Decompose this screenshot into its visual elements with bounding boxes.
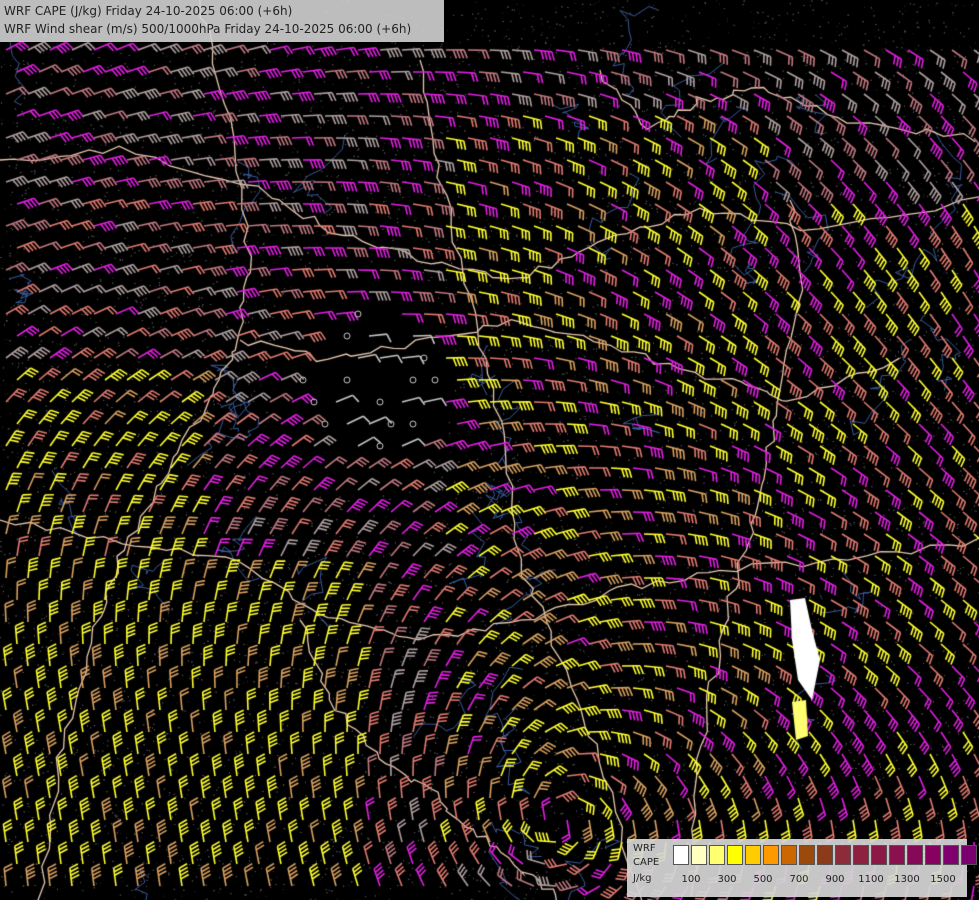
map-title-box: WRF CAPE (J/kg) Friday 24-10-2025 06:00 … [0,0,444,42]
legend-swatch [799,845,815,865]
legend-swatch [817,845,833,865]
wind-shear-title: WRF Wind shear (m/s) 500/1000hPa Friday … [4,22,412,36]
legend-swatch [835,845,851,865]
legend-swatch [673,845,689,865]
legend-swatch [691,845,707,865]
legend-swatch [925,845,941,865]
legend-swatch [709,845,725,865]
legend-tick-label: 900 [825,874,845,885]
legend-unit-label: J/kg [633,873,652,884]
legend-swatch [745,845,761,865]
legend-swatch [871,845,887,865]
legend-swatch [889,845,905,865]
legend-swatch [727,845,743,865]
legend-tick-label: 1100 [858,874,884,885]
legend-swatch [961,845,977,865]
legend-field-label: CAPE [633,857,660,868]
legend-tick-label: 1300 [894,874,920,885]
legend-tick-label: 1500 [930,874,956,885]
wind-shear-map [0,0,979,900]
legend-tick-label: 300 [717,874,737,885]
legend-swatch [763,845,779,865]
legend-tick-label: 500 [753,874,773,885]
legend-model-label: WRF [633,843,656,854]
legend-swatch [907,845,923,865]
legend-ticks: 100 300 500 700 900 1100 1300 1500 [673,874,963,888]
legend-swatch [853,845,869,865]
legend-tick-label: 100 [681,874,701,885]
legend-tick-label: 700 [789,874,809,885]
legend-color-scale [673,845,979,865]
cape-title: WRF CAPE (J/kg) Friday 24-10-2025 06:00 … [4,4,293,18]
legend-swatch [781,845,797,865]
legend-swatch [943,845,959,865]
cape-legend: WRF CAPE J/kg 100 300 500 700 900 1100 1300 150… [627,839,977,897]
